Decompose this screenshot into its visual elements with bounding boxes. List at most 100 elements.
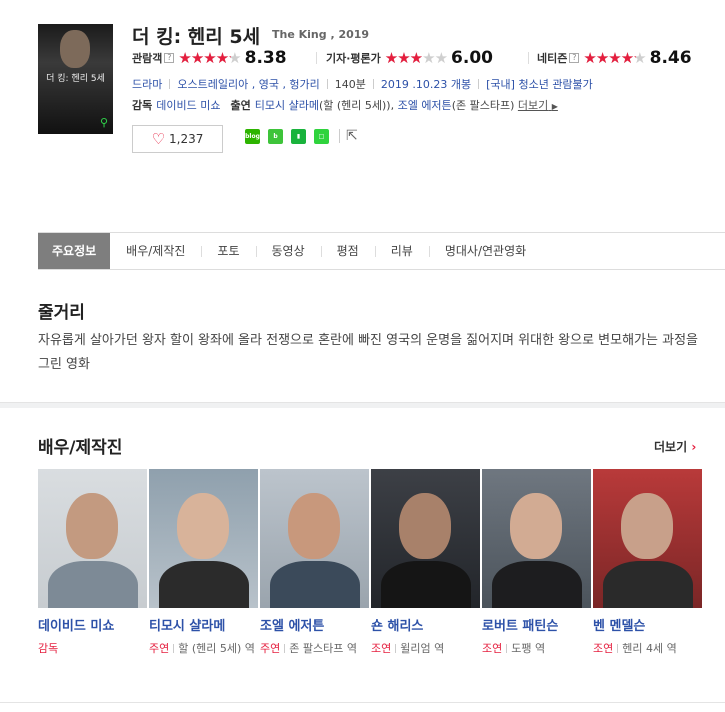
movie-poster[interactable]: 더 킹: 헨리 5세 ⚲ [38, 24, 113, 134]
person-role: 주연 존 팔스타프 역 [260, 639, 371, 658]
person-name[interactable]: 데이비드 미쇼 [38, 615, 149, 634]
divider [372, 79, 374, 89]
person-name[interactable]: 조엘 에저튼 [260, 615, 371, 634]
country-link[interactable]: 오스트레일리아 , 영국 , 헝가리 [177, 78, 319, 91]
divider [339, 129, 340, 143]
crew-line: 감독 데이비드 미쇼 출연 티모시 샬라메(할 (헨리 5세)), 조엘 에저튼(존 … [132, 97, 558, 113]
share-icon[interactable]: ⇱ [346, 128, 358, 144]
rating-stars: ★★★★★★★★★★ [178, 49, 241, 67]
tab-main-info[interactable]: 주요정보 [38, 233, 111, 269]
person-figure [288, 493, 340, 559]
person-figure [381, 561, 471, 608]
role-name: 존 팔스타프 역 [289, 642, 357, 655]
divider [395, 644, 397, 653]
blog-share-icon[interactable]: blog [245, 128, 260, 144]
cast-section-title: 배우/제작진 [38, 438, 123, 458]
role-kind: 조연 [593, 642, 614, 655]
like-count: 1,237 [169, 132, 204, 146]
cast-link-2[interactable]: 조엘 에저튼 [398, 99, 452, 112]
kakao-page-share-icon[interactable]: ▮ [291, 128, 306, 144]
cast-card[interactable]: 로버트 패틴슨 조연 도팽 역 [482, 469, 593, 658]
divider [478, 79, 480, 89]
search-icon[interactable]: ⚲ [100, 116, 108, 129]
help-icon[interactable]: ? [164, 53, 175, 63]
divider [316, 52, 317, 64]
person-figure [510, 493, 562, 559]
divider [284, 644, 286, 653]
cast-role-1: (할 (헨리 5세)), [318, 99, 395, 112]
help-icon[interactable]: ? [569, 53, 580, 63]
cast-link-1[interactable]: 티모시 샬라메 [255, 99, 319, 112]
person-role: 감독 [38, 639, 149, 658]
tab-review[interactable]: 리뷰 [374, 233, 429, 269]
movie-title[interactable]: 더 킹: 헨리 5세 [132, 22, 260, 49]
line-share-icon[interactable]: □ [314, 128, 329, 144]
divider [617, 644, 619, 653]
cast-label: 출연 [230, 99, 251, 112]
person-photo[interactable] [482, 469, 591, 608]
person-photo[interactable] [593, 469, 702, 608]
rating-score: 8.38 [244, 48, 287, 68]
director-label: 감독 [132, 99, 153, 112]
person-figure [159, 561, 249, 608]
section-divider [0, 702, 725, 703]
cast-card[interactable]: 티모시 샬라메 주연 할 (헨리 5세) 역 [149, 469, 260, 658]
role-kind: 주연 [149, 642, 170, 655]
tab-rating[interactable]: 평점 [320, 233, 375, 269]
cast-card[interactable]: 숀 해리스 조연 윌리엄 역 [371, 469, 482, 658]
cast-more-link[interactable]: 더보기 › [654, 438, 696, 455]
person-photo[interactable] [149, 469, 258, 608]
role-kind: 조연 [371, 642, 392, 655]
cast-card[interactable]: 데이비드 미쇼 감독 [38, 469, 149, 658]
person-name[interactable]: 로버트 패틴슨 [482, 615, 593, 634]
tab-quotes[interactable]: 명대사/연관영화 [428, 233, 542, 269]
role-name: 도팽 역 [511, 642, 546, 655]
person-figure [399, 493, 451, 559]
age-rating-link[interactable]: [국내] 청소년 관람불가 [486, 78, 593, 91]
tab-cast-crew[interactable]: 배우/제작진 [110, 233, 201, 269]
movie-meta: 드라마 오스트레일리아 , 영국 , 헝가리 140분 2019 .10.23 개봉 [… [132, 76, 593, 92]
person-photo[interactable] [371, 469, 480, 608]
poster-figure [60, 30, 90, 68]
poster-title: 더 킹: 헨리 5세 [46, 74, 105, 84]
heart-icon: ♡ [151, 130, 166, 148]
person-figure [492, 561, 582, 608]
like-button[interactable]: ♡ 1,237 [132, 125, 223, 153]
cast-card[interactable]: 벤 멘델슨 조연 헨리 4세 역 [593, 469, 704, 658]
cast-card[interactable]: 조엘 에저튼 주연 존 팔스타프 역 [260, 469, 371, 658]
divider [169, 79, 171, 89]
role-kind: 조연 [482, 642, 503, 655]
person-name[interactable]: 티모시 샬라메 [149, 615, 260, 634]
rating-stars: ★★★★★★★★★★ [384, 49, 448, 67]
role-name: 윌리엄 역 [400, 642, 445, 655]
movie-original-title: The King , 2019 [272, 28, 370, 41]
divider [326, 79, 328, 89]
divider [506, 644, 508, 653]
band-share-icon[interactable]: b [268, 128, 283, 144]
more-label: 더보기 [654, 440, 688, 454]
tab-photo[interactable]: 포토 [201, 233, 255, 269]
critic-rating[interactable]: 기자·평론가 ★★★★★★★★★★ 6.00 [326, 48, 493, 68]
person-name[interactable]: 숀 해리스 [371, 615, 482, 634]
person-figure [621, 493, 673, 559]
person-photo[interactable] [260, 469, 369, 608]
crew-more-link[interactable]: 더보기 ▶ [518, 99, 558, 112]
release-date-link[interactable]: 2019 .10.23 개봉 [381, 78, 471, 91]
role-name: 할 (헨리 5세) 역 [178, 642, 255, 655]
person-figure [66, 493, 118, 559]
synopsis-text: 자유롭게 살아가던 왕자 할이 왕좌에 올라 전쟁으로 혼란에 빠진 영국의 운… [38, 333, 698, 372]
genre-link[interactable]: 드라마 [132, 78, 162, 91]
rating-label: 관람객 [132, 52, 163, 65]
divider [528, 52, 529, 64]
audience-rating[interactable]: 관람객 ? ★★★★★★★★★★ 8.38 [132, 48, 287, 68]
rating-score: 6.00 [451, 48, 493, 68]
person-name[interactable]: 벤 멘델슨 [593, 615, 704, 634]
person-role: 조연 헨리 4세 역 [593, 639, 704, 658]
person-role: 조연 윌리엄 역 [371, 639, 482, 658]
person-figure [603, 561, 693, 608]
person-photo[interactable] [38, 469, 147, 608]
director-link[interactable]: 데이비드 미쇼 [156, 99, 220, 112]
netizen-rating[interactable]: 네티즌 ? ★★★★★★★★★★ 8.46 [537, 48, 692, 68]
cast-role-2: (존 팔스타프) [451, 99, 515, 112]
tab-video[interactable]: 동영상 [255, 233, 321, 269]
